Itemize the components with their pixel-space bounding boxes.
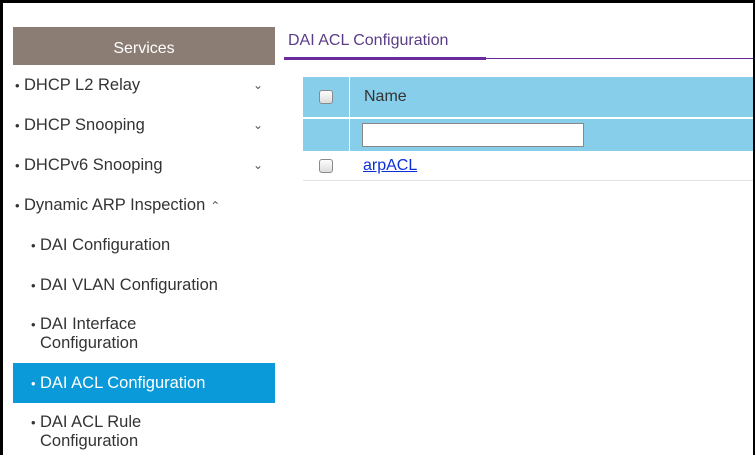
sidebar-item-dhcp-snooping[interactable]: • DHCP Snooping ⌄ (13, 105, 275, 145)
bullet-icon: • (31, 238, 36, 253)
sidebar-item-label: DHCPv6 Snooping (24, 156, 163, 174)
sidebar-item-dai-interface-configuration[interactable]: • DAI Interface Configuration (13, 305, 275, 363)
sidebar-item-dynamic-arp-inspection[interactable]: • Dynamic ARP Inspection ⌃ (13, 185, 275, 225)
chevron-down-icon[interactable]: ⌄ (253, 155, 263, 175)
sidebar-item-label-line2: Configuration (40, 432, 139, 450)
bullet-icon: • (31, 415, 36, 430)
app-frame: Services • DHCP L2 Relay ⌄ • DHCP Snooping… (0, 0, 755, 455)
sidebar-item-dai-configuration[interactable]: • DAI Configuration (13, 225, 275, 265)
sidebar-item-dhcpv6-snooping[interactable]: • DHCPv6 Snooping ⌄ (13, 145, 275, 185)
bullet-icon: • (15, 158, 20, 173)
chevron-up-icon[interactable]: ⌃ (210, 196, 220, 216)
column-header-label: Name (364, 88, 407, 105)
select-all-checkbox[interactable] (319, 90, 333, 104)
sidebar-item-dhcp-l2-relay[interactable]: • DHCP L2 Relay ⌄ (13, 65, 275, 105)
sidebar-item-dai-vlan-configuration[interactable]: • DAI VLAN Configuration (13, 265, 275, 305)
sidebar-item-label-line2: Configuration (40, 334, 139, 352)
sidebar-item-label-line1: DAI Interface (40, 315, 137, 333)
page-title: DAI ACL Configuration (288, 32, 449, 49)
bullet-icon: • (15, 118, 20, 133)
chevron-down-icon[interactable]: ⌄ (253, 75, 263, 95)
bullet-icon: • (31, 278, 36, 293)
sidebar-item-label: DAI ACL Configuration (40, 374, 206, 392)
acl-name-link[interactable]: arpACL (363, 157, 417, 175)
sidebar: Services • DHCP L2 Relay ⌄ • DHCP Snooping… (13, 27, 275, 455)
title-underline (284, 57, 486, 60)
name-filter-input[interactable] (362, 123, 584, 147)
sidebar-item-label: DHCP L2 Relay (24, 76, 141, 94)
sidebar-header[interactable]: Services (13, 27, 275, 65)
bullet-icon: • (15, 78, 20, 93)
bullet-icon: • (15, 198, 20, 213)
row-checkbox[interactable] (319, 158, 333, 173)
table-header-row: Name (303, 77, 753, 117)
title-divider (486, 58, 753, 59)
sidebar-item-label: DHCP Snooping (24, 116, 145, 134)
name-cell: arpACL (349, 151, 753, 180)
acl-table: Name arpACL (303, 77, 753, 181)
sidebar-item-dai-acl-rule-configuration[interactable]: • DAI ACL Rule Configuration (13, 403, 275, 455)
chevron-down-icon[interactable]: ⌄ (253, 115, 263, 135)
column-header-name[interactable]: Name (349, 77, 753, 117)
bullet-icon: • (31, 376, 36, 391)
sidebar-item-label: DAI VLAN Configuration (40, 276, 218, 294)
row-select-cell (303, 151, 349, 180)
sidebar-item-dai-acl-configuration[interactable]: • DAI ACL Configuration (13, 363, 275, 403)
select-all-cell (303, 77, 349, 117)
sidebar-item-label-line1: DAI ACL Rule (40, 413, 142, 431)
sidebar-item-label: DAI Configuration (40, 236, 171, 254)
table-row: arpACL (303, 151, 753, 181)
filter-spacer (303, 119, 349, 151)
sidebar-item-label: Dynamic ARP Inspection (24, 196, 206, 214)
filter-cell (349, 119, 753, 151)
sidebar-header-label: Services (113, 40, 175, 57)
table-filter-row (303, 119, 753, 151)
bullet-icon: • (31, 317, 36, 332)
